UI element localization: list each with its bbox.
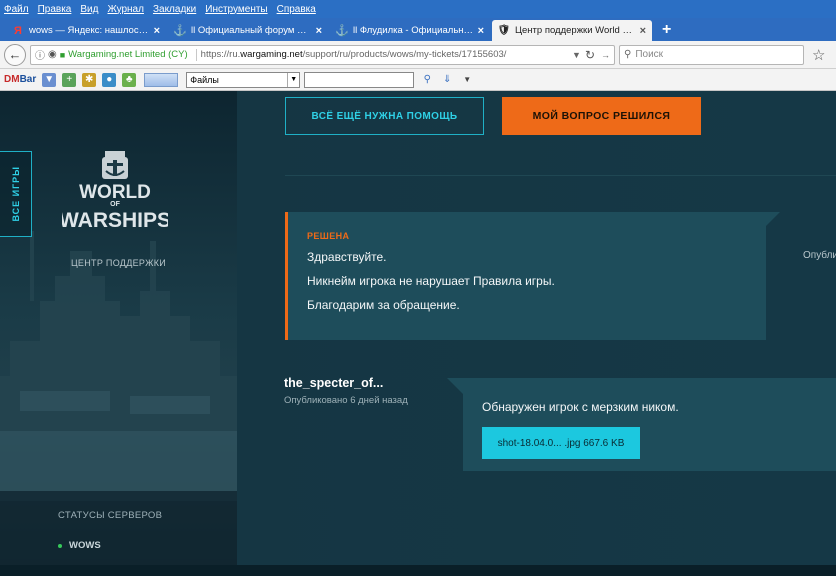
url-text[interactable]: https://ru.wargaming.net/support/ru/prod…	[201, 49, 566, 60]
all-games-label: ВСЕ ИГРЫ	[10, 166, 21, 222]
menu-edit[interactable]: Правка	[38, 4, 72, 15]
url-divider	[195, 48, 197, 61]
plugin-icon[interactable]: ♣	[122, 72, 137, 87]
tab-bar: Я wows — Яндекс: нашлось 2... × ⚓ ll Офи…	[0, 18, 836, 41]
tab-flood[interactable]: ⚓ ll Флудилка - Официальны... ×	[330, 20, 490, 41]
divider	[285, 175, 836, 176]
certificate-owner: Wargaming.net Limited (CY)	[68, 49, 188, 60]
menu-bar: Файл Правка Вид Журнал Закладки Инструме…	[0, 0, 836, 18]
search-input[interactable]: ⚲ Поиск	[619, 44, 804, 65]
sidebar: ВСЕ ИГРЫ WORLD OF WARSHIPS ЦЕНТР ПОДДЕРЖ…	[0, 91, 237, 576]
menu-file[interactable]: Файл	[4, 4, 29, 15]
logo-text-world: WORLD	[79, 182, 151, 203]
url-path: /support/ru/products/wows/my-tickets/171…	[302, 49, 507, 60]
tracking-shield-icon[interactable]: ◉	[48, 49, 57, 60]
answer-line: Никнейм игрока не нарушает Правила игры.	[307, 274, 555, 288]
tools-icon[interactable]: ✱	[82, 72, 97, 87]
url-bar[interactable]: ⓘ ◉ ■ Wargaming.net Limited (CY) https:/…	[30, 44, 615, 65]
support-page: ВСЕ ИГРЫ WORLD OF WARSHIPS ЦЕНТР ПОДДЕРЖ…	[0, 91, 836, 576]
tab-label: ll Официальный форум игр...	[191, 25, 312, 36]
arrow-left-icon: ←	[8, 47, 22, 62]
globe-icon[interactable]: ●	[102, 72, 117, 87]
dm-search-input[interactable]	[304, 71, 415, 88]
user-message: Обнаружен игрок с мерзким ником. shot-18…	[447, 378, 836, 471]
anchor-icon: ⚓	[173, 25, 187, 37]
dm-toolbar: DMBar ▼ + ✱ ● ♣ Файлы ▼ ⚲ ⇓ ▼	[0, 69, 836, 91]
status-online-dot	[58, 543, 62, 548]
bookmark-star-icon[interactable]: ☆	[812, 46, 825, 64]
logo-text-of: OF	[110, 201, 120, 208]
server-status-item-wows[interactable]: WOWS	[58, 540, 101, 551]
tab-label: ll Флудилка - Официальны...	[353, 25, 474, 36]
add-icon[interactable]: +	[62, 72, 77, 87]
menu-bookmarks[interactable]: Закладки	[153, 4, 196, 15]
answer-line: Здравствуйте.	[307, 250, 387, 264]
close-icon[interactable]: ×	[316, 25, 322, 37]
tab-label: Центр поддержки World of ...	[515, 25, 636, 36]
url-prefix: https://ru.	[200, 49, 241, 60]
still-need-help-button[interactable]: ВСЁ ЕЩЁ НУЖНА ПОМОЩЬ	[285, 97, 484, 135]
dm-label-part: Bar	[19, 74, 37, 85]
nav-bar: ← ⓘ ◉ ■ Wargaming.net Limited (CY) https…	[0, 41, 836, 69]
select-value: Файлы	[190, 74, 219, 85]
close-icon[interactable]: ×	[640, 25, 646, 37]
close-icon[interactable]: ×	[478, 25, 484, 37]
world-of-warships-logo[interactable]: WORLD OF WARSHIPS	[62, 149, 168, 241]
answer-published-time: Опубли	[803, 250, 836, 261]
new-tab-button[interactable]: +	[662, 21, 671, 39]
menu-tools[interactable]: Инструменты	[205, 4, 267, 15]
chevron-down-icon[interactable]: ▼	[460, 73, 474, 87]
answer-line: Благодарим за обращение.	[307, 298, 460, 312]
lock-icon: ■	[59, 49, 66, 60]
search-placeholder: Поиск	[635, 49, 664, 60]
yandex-icon: Я	[14, 24, 22, 37]
close-icon[interactable]: ×	[154, 25, 160, 37]
progress-indicator	[144, 72, 179, 87]
server-status-heading: СТАТУСЫ СЕРВЕРОВ	[58, 510, 163, 521]
tab-yandex[interactable]: Я wows — Яндекс: нашлось 2... ×	[6, 20, 166, 41]
support-center-label[interactable]: ЦЕНТР ПОДДЕРЖКИ	[0, 258, 237, 268]
ticket-content: ВСЁ ЕЩЁ НУЖНА ПОМОЩЬ МОЙ ВОПРОС РЕШИЛСЯ …	[237, 91, 836, 576]
logo-text-warships: WARSHIPS	[62, 209, 168, 232]
search-icon[interactable]: ⚲	[420, 73, 434, 87]
chevron-down-icon[interactable]: ▼	[287, 72, 299, 87]
dm-label-part: DM	[4, 74, 20, 85]
info-icon[interactable]: ⓘ	[35, 47, 45, 62]
back-button[interactable]: ←	[4, 43, 26, 66]
reload-icon[interactable]: ↻	[585, 48, 595, 62]
anchor-emblem-icon	[102, 151, 128, 179]
tab-label: wows — Яндекс: нашлось 2...	[29, 25, 150, 36]
go-arrow-icon[interactable]: →	[601, 50, 610, 60]
status-badge: РЕШЕНА	[307, 231, 350, 241]
server-name: WOWS	[69, 540, 101, 551]
anchor-icon: ⚓	[335, 25, 349, 37]
file-type-select[interactable]: Файлы ▼	[186, 71, 301, 88]
message-author: the_specter_of...	[284, 376, 384, 390]
tab-forum[interactable]: ⚓ ll Официальный форум игр... ×	[168, 20, 328, 41]
message-text: Обнаружен игрок с мерзким ником.	[482, 400, 679, 414]
all-games-button[interactable]: ВСЕ ИГРЫ	[0, 151, 32, 237]
menu-help[interactable]: Справка	[277, 4, 316, 15]
dropdown-arrow-icon[interactable]: ▼	[572, 50, 581, 60]
download-icon[interactable]: ▼	[42, 72, 57, 87]
search-icon: ⚲	[624, 49, 632, 60]
message-time: Опубликовано 6 дней назад	[284, 395, 408, 406]
tab-support[interactable]: 🛡 Центр поддержки World of ... ×	[492, 20, 652, 41]
menu-history[interactable]: Журнал	[107, 4, 144, 15]
attachment-button[interactable]: shot-18.04.0... .jpg 667.6 KB	[482, 427, 640, 459]
question-solved-button[interactable]: МОЙ ВОПРОС РЕШИЛСЯ	[502, 97, 701, 135]
page-footer-strip	[0, 565, 836, 576]
url-domain: wargaming.net	[240, 49, 303, 60]
arrow-down-icon[interactable]: ⇓	[440, 73, 454, 87]
support-answer: РЕШЕНА Здравствуйте. Никнейм игрока не н…	[285, 212, 780, 340]
shield-icon: 🛡	[497, 25, 511, 36]
menu-view[interactable]: Вид	[80, 4, 98, 15]
dmbar-label[interactable]: DMBar	[4, 74, 36, 85]
